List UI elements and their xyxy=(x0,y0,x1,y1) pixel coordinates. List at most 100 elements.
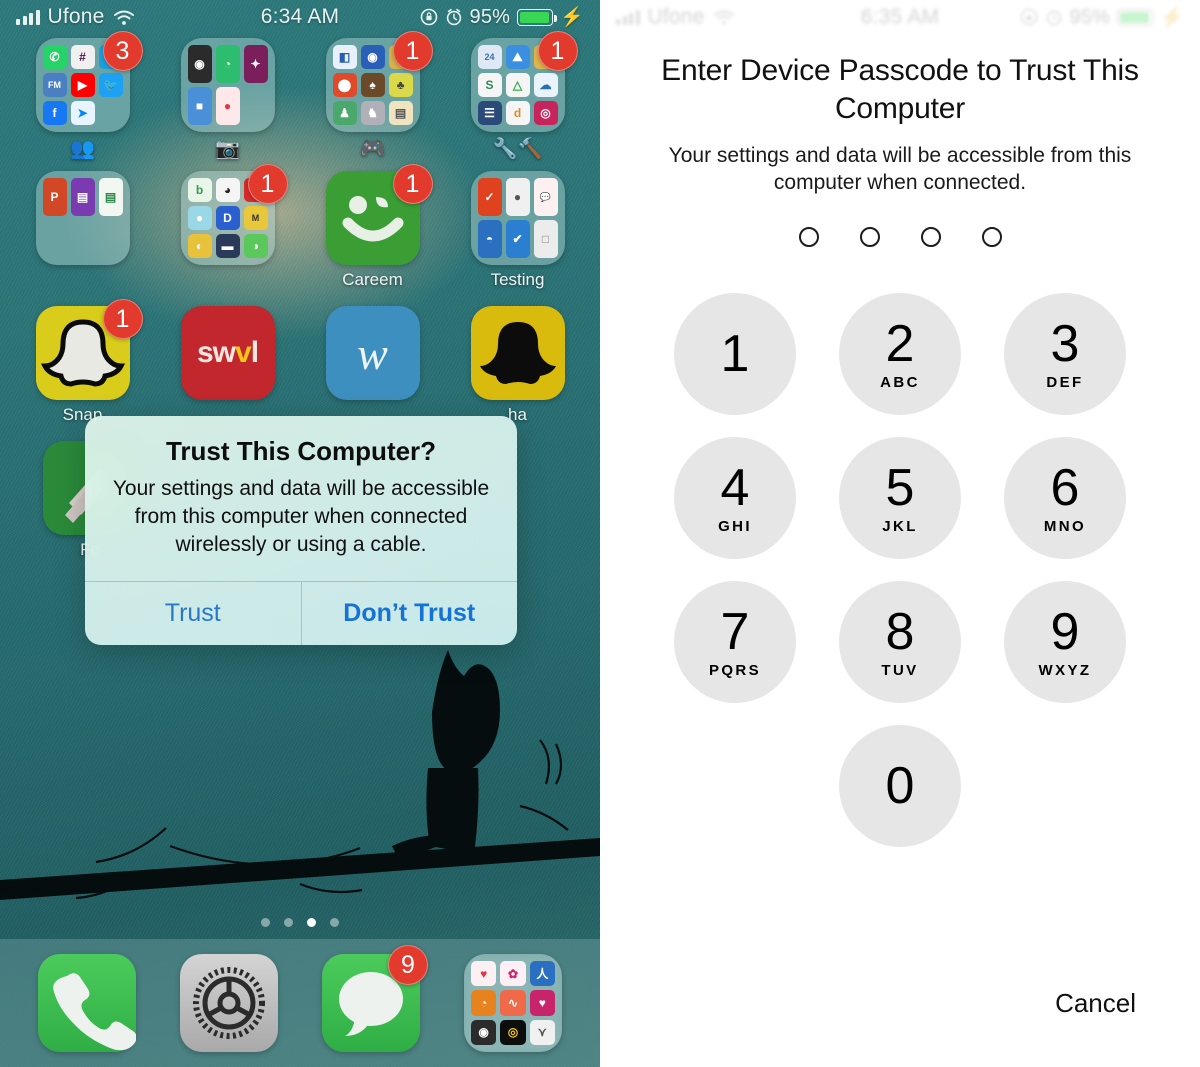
snapchat-ghost-dark-icon xyxy=(470,306,565,400)
key-number: 9 xyxy=(1050,602,1080,661)
key-1[interactable]: 1 xyxy=(674,293,796,416)
testing-folder[interactable]: ✓ ● 💬 ◓ ✔ □ Testing xyxy=(454,171,582,290)
key-7[interactable]: 7 PQRS xyxy=(674,581,796,704)
mini-icon xyxy=(43,220,67,258)
mini-icon xyxy=(244,87,268,125)
key-number: 0 xyxy=(885,757,915,816)
mini-icon: 人 xyxy=(529,961,555,987)
app-row: 1 Snap swvl w ha xyxy=(10,299,590,425)
mini-icon: P xyxy=(42,178,67,216)
clock-label: 6:35 AM xyxy=(860,5,940,28)
mini-icon: D xyxy=(215,206,240,230)
wish-w-icon: w xyxy=(325,306,420,400)
snapchat-app[interactable]: 1 Snap xyxy=(19,299,147,425)
mini-icon: ● xyxy=(505,178,530,216)
folder-preview: P ▤ ▤ xyxy=(35,171,130,265)
mini-icon: ⛰ xyxy=(505,45,530,69)
mini-icon: ♣ xyxy=(388,73,413,97)
key-letters: PQRS xyxy=(708,661,762,679)
key-letters: ABC xyxy=(880,373,920,391)
mini-icon: ♞ xyxy=(360,101,385,125)
app-row: 3 ✆ # S FM ▶ 🐦 f ➤ 👥 xyxy=(10,31,590,161)
mini-icon: d xyxy=(505,101,530,125)
key-number: 7 xyxy=(720,602,750,661)
learning-folder[interactable]: 1 b ◕ ■ ● D M ◐ ▬ ◑ xyxy=(164,164,292,270)
cellular-signal-icon xyxy=(616,9,640,25)
battery-percent-label: 95% xyxy=(1069,5,1111,28)
battery-icon xyxy=(1117,8,1158,26)
mini-icon: ◧ xyxy=(332,45,357,69)
mini-icon: ◉ xyxy=(187,45,212,83)
folder-preview: ✓ ● 💬 ◓ ✔ □ xyxy=(470,171,565,265)
dual-screenshot-comparison: Ufone 6:34 AM 95% ⚡ 3 ✆ # FM ▶ 🐦 f ➤ 👥 ◉… xyxy=(0,0,1200,1067)
phone-app[interactable] xyxy=(32,954,142,1052)
passcode-dot xyxy=(859,227,880,248)
careem-app[interactable]: 1 Careem xyxy=(309,164,437,290)
games-folder[interactable]: 1 ◧ ◉ ♜ ⬤ ♠ ♣ ♟ ♞ ▤ 🎮 xyxy=(309,31,437,161)
status-bar: Ufone 6:35 AM 95% ⚡ xyxy=(600,0,1200,34)
key-4[interactable]: 4 GHI xyxy=(674,437,796,560)
health-folder-icon: ♥ ✿ 人 ◔ ∿ ♥ ◉ ◎ ⋎ xyxy=(464,954,562,1052)
badge-count: 3 xyxy=(102,31,143,71)
snapchat-dark-app[interactable]: ha xyxy=(454,306,582,425)
key-2[interactable]: 2 ABC xyxy=(839,293,961,416)
app-label: Careem xyxy=(342,270,403,289)
alarm-clock-icon xyxy=(446,8,461,26)
mini-icon: ♥ xyxy=(529,990,555,1016)
passcode-subtitle: Your settings and data will be accessibl… xyxy=(668,143,1132,195)
ios-home-screen: Ufone 6:34 AM 95% ⚡ 3 ✆ # FM ▶ 🐦 f ➤ 👥 ◉… xyxy=(0,0,600,1067)
key-letters: JKL xyxy=(882,517,918,535)
page-dot-active[interactable] xyxy=(307,918,316,927)
app-row: P ▤ ▤ 1 b ◕ ■ ● xyxy=(10,164,590,290)
office-folder[interactable]: P ▤ ▤ xyxy=(19,171,147,270)
mini-icon: ♟ xyxy=(332,101,357,125)
mini-icon: ✿ xyxy=(500,961,526,987)
page-dot[interactable] xyxy=(284,918,293,927)
key-3[interactable]: 3 DEF xyxy=(1004,293,1126,416)
key-letters: MNO xyxy=(1043,517,1087,535)
key-5[interactable]: 5 JKL xyxy=(839,437,961,560)
cancel-button[interactable]: Cancel xyxy=(1055,988,1136,1019)
page-indicator-dots[interactable] xyxy=(0,918,600,927)
settings-app[interactable] xyxy=(174,954,284,1052)
folder-label: Testing xyxy=(490,270,545,289)
passcode-panel: Enter Device Passcode to Trust This Comp… xyxy=(600,34,1200,848)
mini-icon: ▶ xyxy=(70,73,95,97)
utilities-folder[interactable]: 1 24 ⛰ ■ S △ ☁ ☰ d ◎ 🔧🔨 xyxy=(454,31,582,161)
mini-icon: ♠ xyxy=(360,73,385,97)
wifi-icon xyxy=(713,10,734,25)
mini-icon: 24 xyxy=(477,45,502,69)
mini-icon: ✆ xyxy=(42,45,67,69)
mini-icon: FM xyxy=(42,73,67,97)
social-folder[interactable]: 3 ✆ # S FM ▶ 🐦 f ➤ 👥 xyxy=(19,31,147,161)
swvl-app[interactable]: swvl xyxy=(164,306,292,405)
mini-icon: ▬ xyxy=(215,234,240,258)
carrier-label: Ufone xyxy=(47,5,105,28)
page-dot[interactable] xyxy=(261,918,270,927)
alarm-clock-icon xyxy=(1046,10,1061,26)
lightning-bolt-icon: ⚡ xyxy=(1160,7,1184,28)
passcode-dot xyxy=(981,227,1002,248)
key-6[interactable]: 6 MNO xyxy=(1004,437,1126,560)
phone-handset-icon xyxy=(38,954,137,1052)
mini-icon: ◔ xyxy=(471,990,497,1016)
media-folder[interactable]: ◉ ◔ ✦ ■ ● 📷 xyxy=(164,38,292,161)
battery-icon xyxy=(517,8,558,26)
messages-app[interactable]: 9 xyxy=(316,945,428,1052)
key-0[interactable]: 0 xyxy=(839,725,961,848)
trust-button[interactable]: Trust xyxy=(85,582,301,645)
mini-icon: ▤ xyxy=(70,178,95,216)
key-number: 5 xyxy=(885,458,915,517)
page-dot[interactable] xyxy=(330,918,339,927)
key-9[interactable]: 9 WXYZ xyxy=(1004,581,1126,704)
key-8[interactable]: 8 TUV xyxy=(839,581,961,704)
carrier-label: Ufone xyxy=(647,5,705,28)
status-bar: Ufone 6:34 AM 95% ⚡ xyxy=(0,0,600,34)
mini-icon: ◎ xyxy=(533,101,558,125)
passcode-title: Enter Device Passcode to Trust This Comp… xyxy=(661,54,1139,126)
health-folder[interactable]: ♥ ✿ 人 ◔ ∿ ♥ ◉ ◎ ⋎ xyxy=(458,954,568,1052)
wish-app[interactable]: w xyxy=(309,306,437,405)
key-number: 2 xyxy=(885,314,915,373)
dont-trust-button[interactable]: Don’t Trust xyxy=(300,581,518,645)
mini-icon xyxy=(99,101,123,125)
